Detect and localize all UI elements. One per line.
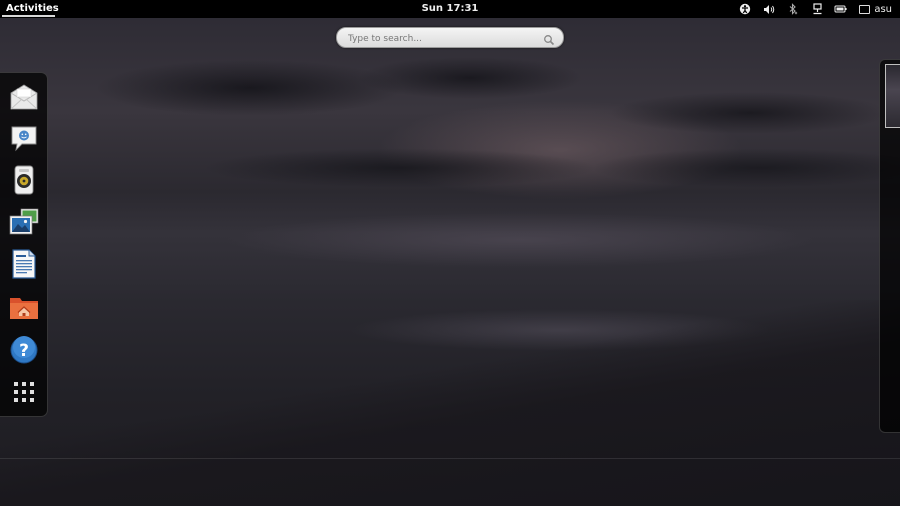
help-app-icon[interactable]: ? <box>6 332 42 368</box>
writer-document-app-icon[interactable] <box>6 246 42 282</box>
workspace-switcher <box>879 59 900 433</box>
network-icon[interactable] <box>805 0 829 18</box>
wallpaper-shore <box>0 300 900 506</box>
battery-icon[interactable] <box>829 0 853 18</box>
search-input[interactable] <box>346 30 540 47</box>
svg-text:?: ? <box>19 341 29 361</box>
show-applications-icon[interactable] <box>6 374 42 410</box>
clock[interactable]: Sun 17:31 <box>410 0 490 18</box>
overview-separator <box>0 458 900 459</box>
volume-icon[interactable] <box>757 0 781 18</box>
bluetooth-icon[interactable] <box>781 0 805 18</box>
top-panel: Activities Sun 17:31 asu <box>0 0 900 18</box>
music-player-app-icon[interactable] <box>6 162 42 198</box>
photos-app-icon[interactable] <box>6 204 42 240</box>
status-area: asu <box>733 0 900 18</box>
search-entry[interactable] <box>336 27 564 48</box>
dash: ? <box>0 72 48 417</box>
files-home-app-icon[interactable] <box>6 289 42 325</box>
user-menu[interactable]: asu <box>853 4 900 15</box>
accessibility-icon[interactable] <box>733 0 757 18</box>
activities-active-indicator <box>2 15 55 17</box>
chat-app-icon[interactable] <box>6 120 42 156</box>
workspace-thumbnail[interactable] <box>885 64 900 128</box>
mail-app-icon[interactable] <box>6 79 42 115</box>
user-name: asu <box>874 3 892 15</box>
user-status-icon <box>859 4 871 14</box>
search-icon <box>543 31 555 50</box>
